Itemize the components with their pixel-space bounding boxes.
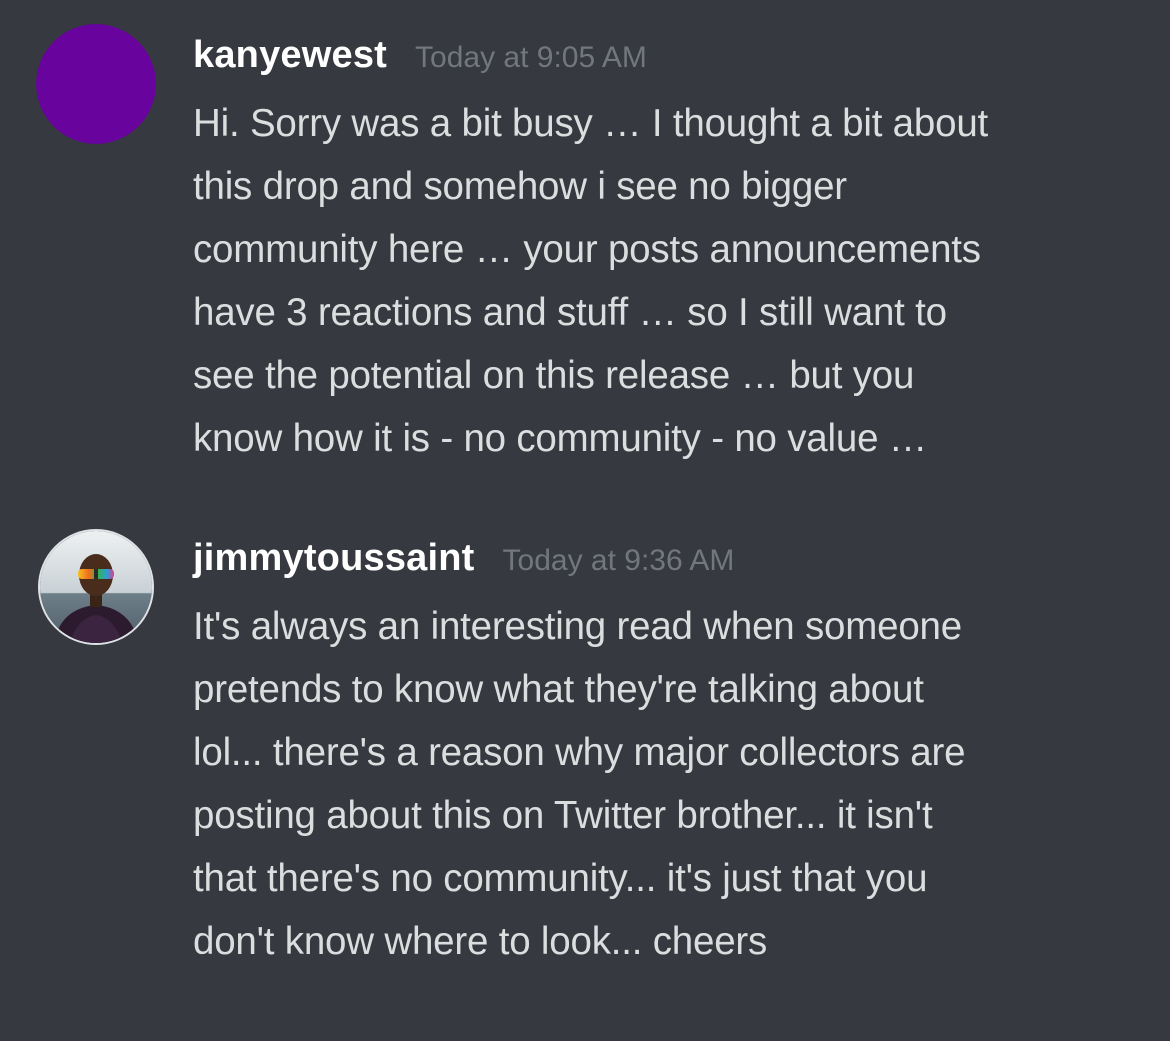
message-header: jimmytoussaint Today at 9:36 AM <box>193 537 1143 585</box>
chat-messages: kanyewest Today at 9:05 AM Hi. Sorry was… <box>0 0 1170 1041</box>
message-text: It's always an interesting read when som… <box>193 605 966 963</box>
avatar-default-image <box>36 24 156 144</box>
avatar[interactable] <box>36 24 156 144</box>
message-content: kanyewest Today at 9:05 AM Hi. Sorry was… <box>193 34 1143 470</box>
message-header: kanyewest Today at 9:05 AM <box>193 34 1143 82</box>
message-text: Hi. Sorry was a bit busy … I thought a b… <box>193 102 989 460</box>
avatar-photo <box>40 531 152 643</box>
avatar[interactable] <box>38 529 154 645</box>
username[interactable]: kanyewest <box>193 34 387 77</box>
message-content: jimmytoussaint Today at 9:36 AM It's alw… <box>193 537 1143 973</box>
username[interactable]: jimmytoussaint <box>193 537 475 580</box>
timestamp: Today at 9:36 AM <box>502 544 735 577</box>
timestamp: Today at 9:05 AM <box>415 41 647 74</box>
